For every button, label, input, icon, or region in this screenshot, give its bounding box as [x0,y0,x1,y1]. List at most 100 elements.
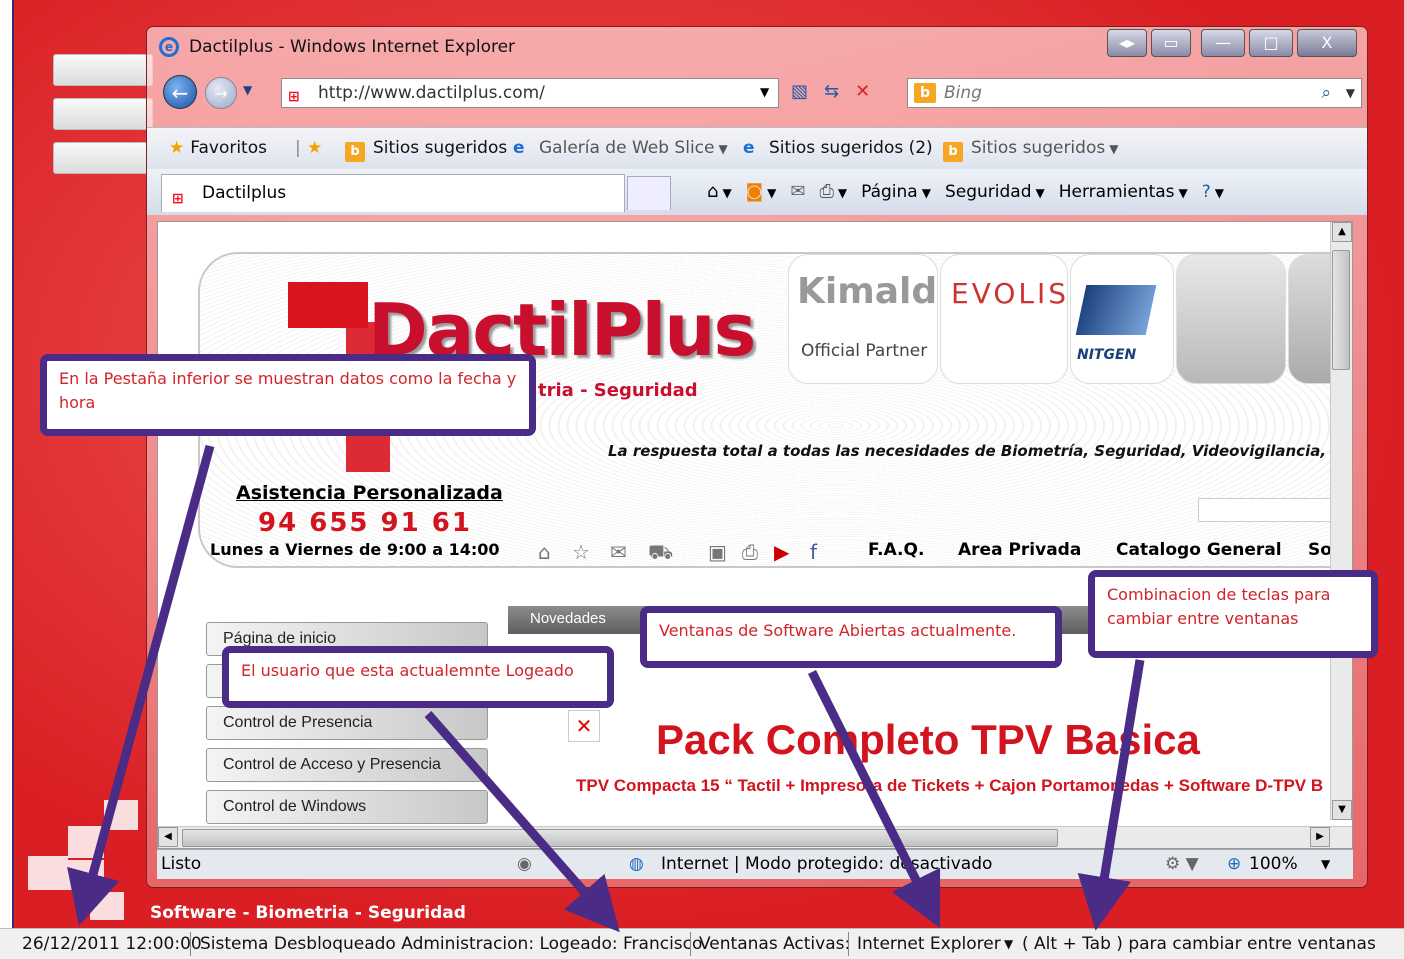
assistance-heading: Asistencia Personalizada [236,482,503,504]
minimize-button[interactable]: — [1201,29,1245,57]
print-icon[interactable]: ⎙ ▼ [819,181,847,202]
history-dropdown-icon[interactable]: ▼ [243,83,252,97]
search-placeholder: Bing [944,83,982,103]
nav-private-area[interactable]: Area Privada [958,540,1081,560]
search-icon[interactable]: ⌕ [1321,79,1331,107]
rss-icon[interactable]: ▣ [708,540,727,564]
facebook-icon[interactable]: f [810,540,817,564]
home-icon[interactable]: ⌂ [538,540,551,564]
ie-window: e Dactilplus - Windows Internet Explorer… [146,26,1368,888]
logo-square [68,860,104,890]
desktop-side-button[interactable] [53,142,153,174]
maximize-button[interactable]: □ [1249,29,1293,57]
new-tab-button[interactable] [627,176,671,210]
logo-square [68,826,104,858]
help-icon[interactable]: ? ▼ [1202,182,1224,202]
partner-kimaldi[interactable]: Kimaldi Official Partner [788,254,950,384]
scroll-down-icon[interactable]: ▼ [1332,800,1352,820]
security-zone[interactable]: Internet | Modo protegido: desactivado [661,850,992,878]
scroll-thumb[interactable] [1332,250,1350,370]
annotation-user: El usuario que esta actualemnte Logeado [222,646,614,708]
globe-icon: ◍ [629,854,644,874]
address-buttons: ▧ ⇆ ✕ [791,81,870,102]
mail-icon[interactable]: ✉ [790,181,805,202]
title-bar[interactable]: e Dactilplus - Windows Internet Explorer… [147,27,1367,65]
active-window-dropdown-icon[interactable]: ▼ [1004,929,1013,959]
back-button[interactable]: ← [163,75,197,109]
promo-title[interactable]: Pack Completo TPV Basica [656,716,1200,764]
compatibility-view-icon[interactable]: ▧ [791,81,808,102]
nav-faq[interactable]: F.A.Q. [868,540,924,560]
page-menu[interactable]: Página ▼ [861,182,931,202]
address-input[interactable]: ⊞ http://www.dactilplus.com/ [281,78,779,108]
suggested-sites-1[interactable]: b Sitios sugeridos [345,138,507,162]
bing-icon: b [914,83,936,103]
desktop-side-button[interactable] [53,54,153,86]
partner-nitgen[interactable]: NITGEN [1070,254,1174,384]
logo-square [104,800,138,830]
search-input[interactable]: b Bing ⌕ ▼ [907,78,1362,108]
mail-icon[interactable]: ✉ [610,540,627,564]
web-slice-gallery[interactable]: e Galería de Web Slice ▼ [513,138,728,158]
favorites-button[interactable]: ★ Favoritos [169,138,267,158]
tools-menu[interactable]: Herramientas ▼ [1059,182,1188,202]
protected-mode-icon[interactable]: ⚙ ▼ [1165,850,1199,878]
rss-icon[interactable]: ◙ ▼ [746,181,777,202]
safety-menu[interactable]: Seguridad ▼ [945,182,1045,202]
annotation-date: En la Pestaña inferior se muestran datos… [40,354,536,436]
nav-catalog[interactable]: Catalogo General [1116,540,1282,560]
divider [190,932,191,956]
bing-icon: b [943,142,963,162]
suggested-sites-3[interactable]: b Sitios sugeridos ▼ [943,138,1118,162]
desktop-side-button[interactable] [53,98,153,130]
zoom-dropdown-icon[interactable]: ▼ [1321,850,1330,878]
zoom-level[interactable]: 100% [1249,850,1298,878]
status-bar: Listo ◉ ◍ Internet | Modo protegido: des… [157,849,1353,879]
taskbar-active-window[interactable]: Internet Explorer [857,929,1001,959]
ie-logo-icon: e [159,37,179,57]
address-url: http://www.dactilplus.com/ [318,83,545,103]
menu-item[interactable]: Control de Presencia [206,706,488,740]
horizontal-scrollbar[interactable]: ◀ ▶ [158,826,1352,848]
print-icon[interactable]: ⎙ [742,540,758,564]
compat-icon[interactable]: ◂▸ [1107,29,1147,57]
broken-image-icon: ✕ [568,710,600,742]
suggested-sites-2[interactable]: e Sitios sugeridos (2) [743,138,933,158]
news-label: Novedades [530,610,606,627]
restore-layout-icon[interactable]: ▭ [1151,29,1191,57]
menu-item[interactable]: Control de Acceso y Presencia [206,748,488,782]
home-icon[interactable]: ⌂ ▼ [707,181,732,202]
vertical-scrollbar[interactable]: ▲ ▼ [1330,222,1352,820]
taskbar: 26/12/2011 12:00:00 Sistema Desbloqueado… [0,928,1404,959]
nitgen-logo-icon [1075,285,1157,335]
window-title: Dactilplus - Windows Internet Explorer [189,37,516,57]
logo-square [28,856,68,890]
window-controls: ◂▸ ▭ — □ X [1107,29,1357,57]
site-search-input[interactable] [1198,498,1332,522]
search-dropdown-icon[interactable]: ▼ [1346,79,1355,107]
annotation-windows: Ventanas de Software Abiertas actualment… [640,606,1062,668]
tab-dactilplus[interactable]: ⊞ Dactilplus [161,174,625,212]
add-favorite-icon[interactable]: ★ [307,138,322,158]
promo-subtitle: TPV Compacta 15 “ Tactil + Impresora de … [576,776,1324,795]
address-dropdown-icon[interactable]: ▼ [760,85,769,99]
scroll-up-icon[interactable]: ▲ [1332,222,1352,242]
tab-title: Dactilplus [202,183,287,203]
star-icon[interactable]: ☆ [572,540,590,564]
cart-icon[interactable]: ⛟ [648,540,673,567]
scroll-thumb[interactable] [182,829,1058,847]
taskbar-user: Sistema Desbloqueado Administracion: Log… [200,934,703,954]
zoom-icon[interactable]: ⊕ [1227,850,1241,878]
taskbar-windows-label: Ventanas Activas: [699,934,851,954]
divider: | [295,138,301,158]
scroll-left-icon[interactable]: ◀ [158,827,178,847]
menu-item[interactable]: Control de Windows [206,790,488,824]
close-button[interactable]: X [1297,29,1357,57]
partner-evolis[interactable]: EVOLIS [940,254,1068,384]
refresh-icon[interactable]: ⇆ [824,81,839,102]
forward-button[interactable]: → [205,77,237,109]
scroll-right-icon[interactable]: ▶ [1310,827,1330,847]
youtube-icon[interactable]: ▶ [774,540,789,564]
stop-icon[interactable]: ✕ [855,81,870,102]
privacy-icon[interactable]: ◉ [517,850,532,878]
